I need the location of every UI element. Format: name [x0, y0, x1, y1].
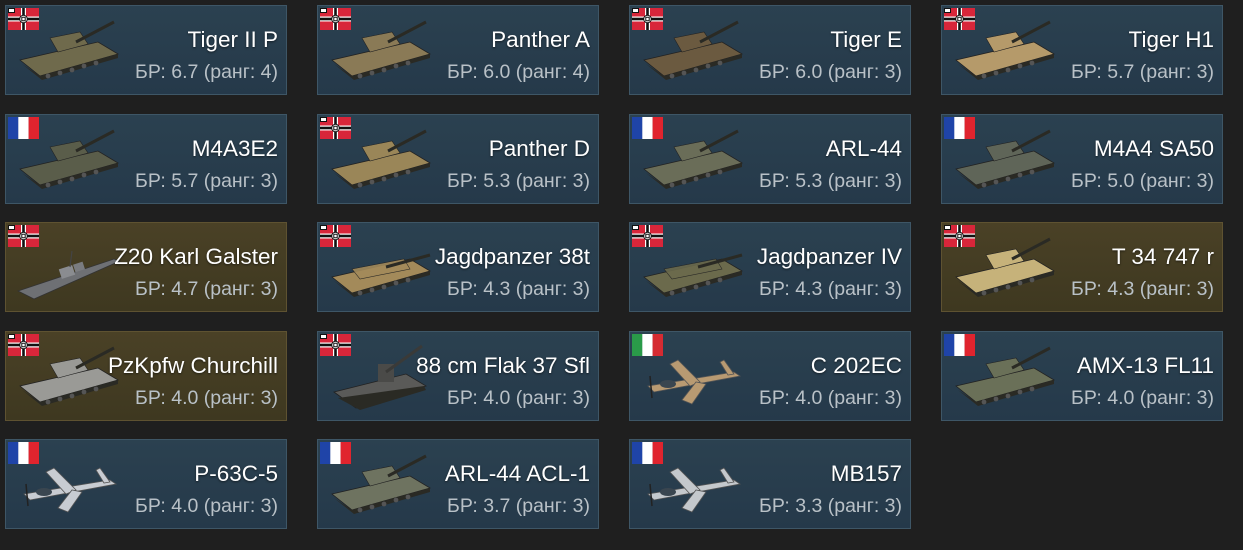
vehicle-name: ARL-44 ACL-1 [444, 461, 590, 486]
battle-rating: БР: 5.3 (ранг: 3) [759, 170, 902, 192]
italy-flag-icon [632, 334, 663, 356]
vehicle-card[interactable]: PzKpfw Churchill БР: 4.0 (ранг: 3) [5, 331, 287, 421]
vehicle-card[interactable]: Jagdpanzer IV БР: 4.3 (ранг: 3) [629, 222, 911, 312]
vehicle-card[interactable]: Tiger H1 БР: 5.7 (ранг: 3) [941, 5, 1223, 95]
germany-flag-icon [320, 117, 351, 139]
vehicle-name: M4A4 SA50 [1093, 136, 1214, 161]
battle-rating: БР: 4.3 (ранг: 3) [1071, 278, 1214, 300]
germany-flag-icon [944, 8, 975, 30]
vehicle-name: 88 cm Flak 37 Sfl [416, 353, 590, 378]
vehicle-card[interactable]: T 34 747 r БР: 4.3 (ранг: 3) [941, 222, 1223, 312]
battle-rating: БР: 4.7 (ранг: 3) [135, 278, 278, 300]
battle-rating: БР: 5.7 (ранг: 3) [135, 170, 278, 192]
battle-rating: БР: 4.0 (ранг: 3) [135, 495, 278, 517]
vehicle-card[interactable]: ARL-44 ACL-1 БР: 3.7 (ранг: 3) [317, 439, 599, 529]
battle-rating: БР: 6.0 (ранг: 4) [447, 61, 590, 83]
vehicle-card[interactable]: C 202EC БР: 4.0 (ранг: 3) [629, 331, 911, 421]
vehicle-name: PzKpfw Churchill [107, 353, 278, 378]
vehicle-name: Z20 Karl Galster [114, 244, 278, 269]
battle-rating: БР: 4.3 (ранг: 3) [759, 278, 902, 300]
battle-rating: БР: 6.7 (ранг: 4) [135, 61, 278, 83]
vehicle-card[interactable]: P-63C-5 БР: 4.0 (ранг: 3) [5, 439, 287, 529]
germany-flag-icon [632, 8, 663, 30]
france-flag-icon [944, 334, 975, 356]
germany-flag-icon [8, 8, 39, 30]
germany-flag-icon [320, 225, 351, 247]
vehicle-name: Jagdpanzer IV [756, 244, 902, 269]
vehicle-name: Panther A [491, 27, 590, 52]
vehicle-name: Panther D [488, 136, 590, 161]
vehicle-name: T 34 747 r [1111, 244, 1214, 269]
germany-flag-icon [8, 225, 39, 247]
germany-flag-icon [320, 8, 351, 30]
battle-rating: БР: 3.3 (ранг: 3) [759, 495, 902, 517]
battle-rating: БР: 5.0 (ранг: 3) [1071, 170, 1214, 192]
vehicle-name: M4A3E2 [191, 136, 278, 161]
vehicle-name: Tiger H1 [1128, 27, 1214, 52]
vehicle-name: ARL-44 [825, 136, 902, 161]
germany-flag-icon [632, 225, 663, 247]
vehicle-card[interactable]: MB157 БР: 3.3 (ранг: 3) [629, 439, 911, 529]
battle-rating: БР: 4.0 (ранг: 3) [135, 387, 278, 409]
germany-flag-icon [944, 225, 975, 247]
vehicle-card[interactable]: M4A4 SA50 БР: 5.0 (ранг: 3) [941, 114, 1223, 204]
battle-rating: БР: 4.0 (ранг: 3) [759, 387, 902, 409]
vehicle-card[interactable]: 88 cm Flak 37 Sfl БР: 4.0 (ранг: 3) [317, 331, 599, 421]
vehicle-card[interactable]: ARL-44 БР: 5.3 (ранг: 3) [629, 114, 911, 204]
battle-rating: БР: 4.0 (ранг: 3) [1071, 387, 1214, 409]
vehicle-name: AMX-13 FL11 [1076, 353, 1214, 378]
france-flag-icon [944, 117, 975, 139]
france-flag-icon [632, 117, 663, 139]
battle-rating: БР: 3.7 (ранг: 3) [447, 495, 590, 517]
vehicle-card[interactable]: Tiger E БР: 6.0 (ранг: 3) [629, 5, 911, 95]
germany-flag-icon [8, 334, 39, 356]
france-flag-icon [632, 442, 663, 464]
vehicle-name: Jagdpanzer 38t [434, 244, 590, 269]
vehicle-name: Tiger II P [187, 27, 278, 52]
france-flag-icon [320, 442, 351, 464]
vehicle-card[interactable]: Panther D БР: 5.3 (ранг: 3) [317, 114, 599, 204]
vehicle-name: Tiger E [830, 27, 902, 52]
battle-rating: БР: 4.0 (ранг: 3) [447, 387, 590, 409]
vehicle-card[interactable]: Z20 Karl Galster БР: 4.7 (ранг: 3) [5, 222, 287, 312]
vehicle-card[interactable]: Panther A БР: 6.0 (ранг: 4) [317, 5, 599, 95]
vehicle-card[interactable]: Tiger II P БР: 6.7 (ранг: 4) [5, 5, 287, 95]
france-flag-icon [8, 117, 39, 139]
vehicle-name: P-63C-5 [194, 461, 278, 486]
battle-rating: БР: 5.7 (ранг: 3) [1071, 61, 1214, 83]
vehicle-card[interactable]: M4A3E2 БР: 5.7 (ранг: 3) [5, 114, 287, 204]
vehicle-card[interactable]: AMX-13 FL11 БР: 4.0 (ранг: 3) [941, 331, 1223, 421]
germany-flag-icon [320, 334, 351, 356]
vehicle-name: MB157 [830, 461, 902, 486]
france-flag-icon [8, 442, 39, 464]
battle-rating: БР: 4.3 (ранг: 3) [447, 278, 590, 300]
vehicle-card[interactable]: Jagdpanzer 38t БР: 4.3 (ранг: 3) [317, 222, 599, 312]
vehicle-grid: Tiger II P БР: 6.7 (ранг: 4) Panther A БР: … [0, 0, 1243, 550]
battle-rating: БР: 5.3 (ранг: 3) [447, 170, 590, 192]
battle-rating: БР: 6.0 (ранг: 3) [759, 61, 902, 83]
vehicle-name: C 202EC [810, 353, 902, 378]
